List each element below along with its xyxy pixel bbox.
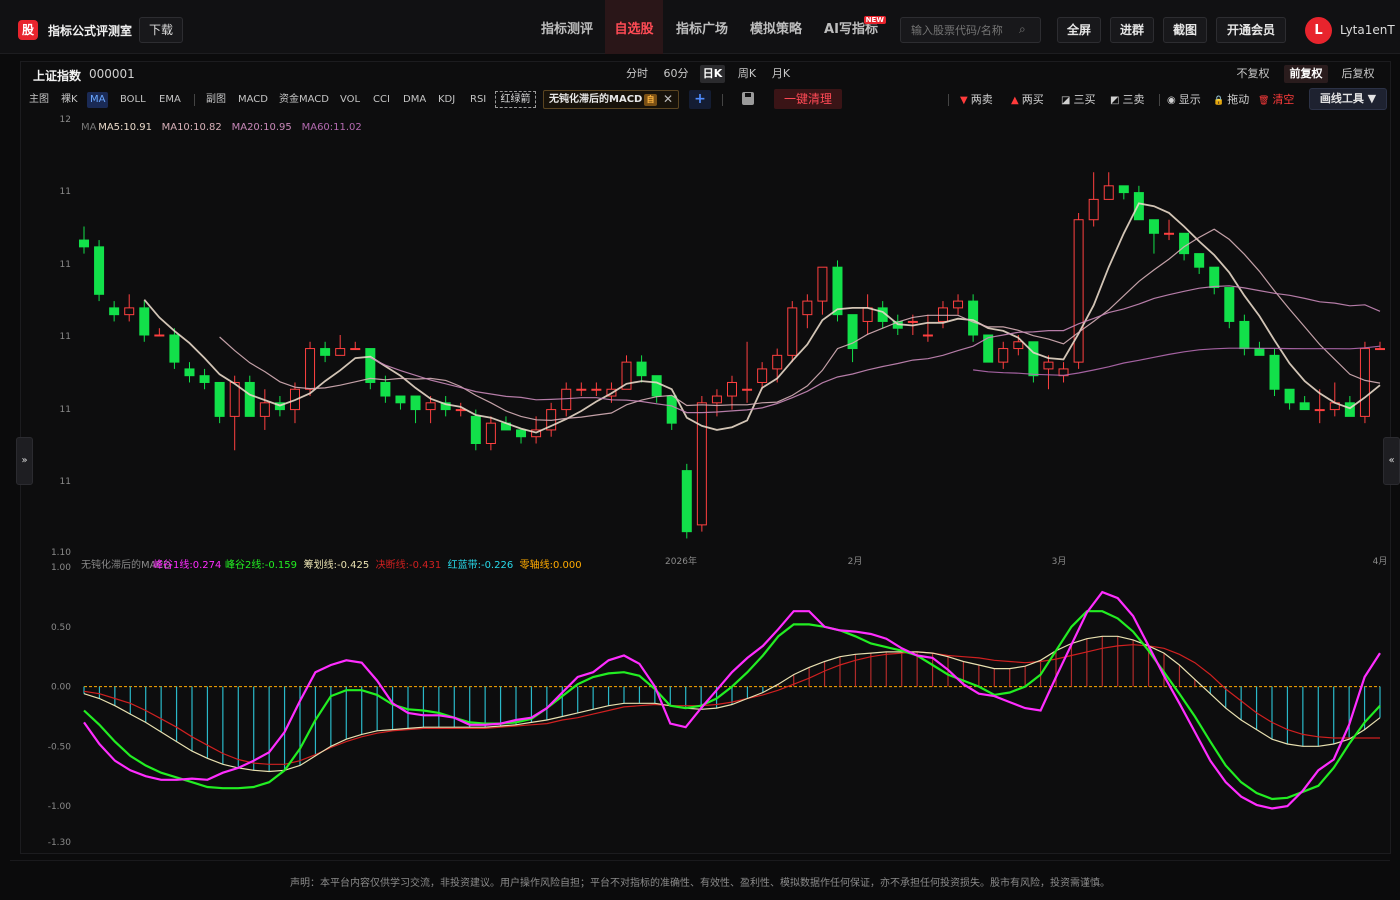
ind-cci[interactable]: CCI: [373, 92, 390, 108]
expand-right-button[interactable]: «: [1383, 437, 1400, 485]
buy-triangle-icon: ▲: [1011, 95, 1019, 106]
stock-code: 000001: [89, 67, 135, 81]
ind-vol[interactable]: VOL: [340, 92, 360, 108]
footer-divider: [10, 860, 1390, 861]
divider: [1159, 94, 1160, 106]
ind-boll[interactable]: BOLL: [120, 92, 146, 108]
legend-item: 筹划线:-0.425: [303, 560, 370, 571]
stock-name: 上证指数: [33, 69, 82, 83]
legend-item: MA5:10.91: [98, 122, 153, 133]
download-button[interactable]: 下载: [139, 17, 183, 43]
nav-sim-strategy[interactable]: 模拟策略: [742, 0, 810, 54]
legend-item: MA20:10.95: [231, 122, 292, 133]
draw-show[interactable]: ◉ 显示: [1167, 92, 1201, 108]
ind-sub[interactable]: 副图: [206, 92, 226, 108]
divider: [722, 94, 723, 106]
sell-triangle-icon: ▼: [960, 95, 968, 106]
join-group-button[interactable]: 进群: [1110, 17, 1154, 43]
eye-icon: ◉: [1167, 95, 1176, 106]
divider: [194, 94, 195, 106]
period-daily[interactable]: 日K: [700, 65, 725, 83]
ind-naked-k[interactable]: 裸K: [61, 92, 78, 108]
avatar[interactable]: L: [1305, 17, 1332, 44]
adjust-backward[interactable]: 后复权: [1338, 65, 1378, 83]
vip-button[interactable]: 开通会员: [1216, 17, 1286, 43]
site-title[interactable]: 指标公式评测室: [48, 22, 132, 39]
top-bar: 股 指标公式评测室 下载 指标测评 自选股 指标广场 模拟策略 AI写指标 NEW…: [0, 0, 1400, 54]
new-badge: NEW: [863, 16, 886, 24]
search-icon[interactable]: ⌕: [1019, 22, 1026, 37]
ind-main[interactable]: 主图: [29, 92, 49, 108]
clear-all-button[interactable]: 一键清理: [774, 89, 842, 109]
ind-rsi[interactable]: RSI: [470, 92, 486, 108]
expand-left-button[interactable]: »: [16, 437, 33, 485]
legend-item: 红蓝带:-0.226: [447, 560, 514, 571]
lock-icon: 🔒: [1213, 96, 1225, 106]
nav-indicator-square[interactable]: 指标广场: [668, 0, 736, 54]
adjust-none[interactable]: 不复权: [1233, 65, 1273, 83]
three-sell-icon: ◩: [1110, 95, 1120, 106]
nav-ai-indicator[interactable]: AI写指标 NEW: [818, 0, 886, 54]
draw-tools-dropdown[interactable]: 画线工具 ▼: [1309, 88, 1387, 110]
trash-icon: 🗑: [1258, 96, 1270, 106]
period-intraday[interactable]: 分时: [624, 65, 650, 83]
save-icon[interactable]: [742, 92, 754, 105]
ind-red-green-arrow[interactable]: 红绿箭: [495, 91, 536, 108]
legend-item: 零轴线:0.000: [519, 560, 582, 571]
ind-macd[interactable]: MACD: [238, 92, 268, 108]
custom-tag: 自: [644, 94, 657, 106]
close-icon[interactable]: ✕: [663, 91, 673, 108]
disclaimer: 声明：本平台内容仅供学习交流，非投资建议。用户操作风险自担；平台不对指标的准确性…: [290, 878, 1110, 889]
ind-ma[interactable]: MA: [87, 92, 109, 108]
screenshot-button[interactable]: 截图: [1163, 17, 1207, 43]
draw-clear[interactable]: 🗑 清空: [1258, 92, 1294, 108]
draw-two-sell[interactable]: ▼ 两卖: [960, 92, 993, 108]
period-monthly[interactable]: 月K: [769, 65, 793, 83]
ind-kdj[interactable]: KDJ: [438, 92, 455, 108]
ind-custom-label: 无钝化滞后的MACD: [549, 94, 643, 105]
legend-item: 峰谷1线:0.274: [153, 560, 222, 571]
ind-ema[interactable]: EMA: [159, 92, 181, 108]
legend-item: MA60:11.02: [301, 122, 362, 133]
period-weekly[interactable]: 周K: [735, 65, 759, 83]
ind-dma[interactable]: DMA: [403, 92, 426, 108]
legend-item: 峰谷2线:-0.159: [225, 560, 297, 571]
legend-item: MA10:10.82: [161, 122, 222, 133]
chart-panel: [20, 61, 1391, 854]
legend-item: 决断线:-0.431: [375, 560, 442, 571]
ind-custom-macd[interactable]: 无钝化滞后的MACD 自 ✕: [543, 90, 679, 109]
divider: [948, 94, 949, 106]
username[interactable]: Lyta1enT: [1340, 23, 1395, 37]
draw-three-sell[interactable]: ◩ 三卖: [1110, 92, 1144, 108]
fullscreen-button[interactable]: 全屏: [1057, 17, 1101, 43]
draw-three-buy[interactable]: ◪ 三买: [1061, 92, 1095, 108]
nav-watchlist[interactable]: 自选股: [605, 0, 663, 54]
period-60min[interactable]: 60分: [661, 65, 691, 83]
logo-icon[interactable]: 股: [18, 20, 38, 40]
draw-drag[interactable]: 🔒 拖动: [1213, 92, 1249, 108]
add-indicator-button[interactable]: +: [689, 90, 711, 109]
draw-two-buy[interactable]: ▲ 两买: [1011, 92, 1044, 108]
ind-fund-macd[interactable]: 资金MACD: [279, 92, 329, 108]
three-buy-icon: ◪: [1061, 95, 1071, 106]
adjust-forward[interactable]: 前复权: [1284, 65, 1328, 83]
nav-indicator-review[interactable]: 指标测评: [533, 0, 601, 54]
legend-item: MA: [81, 122, 97, 133]
